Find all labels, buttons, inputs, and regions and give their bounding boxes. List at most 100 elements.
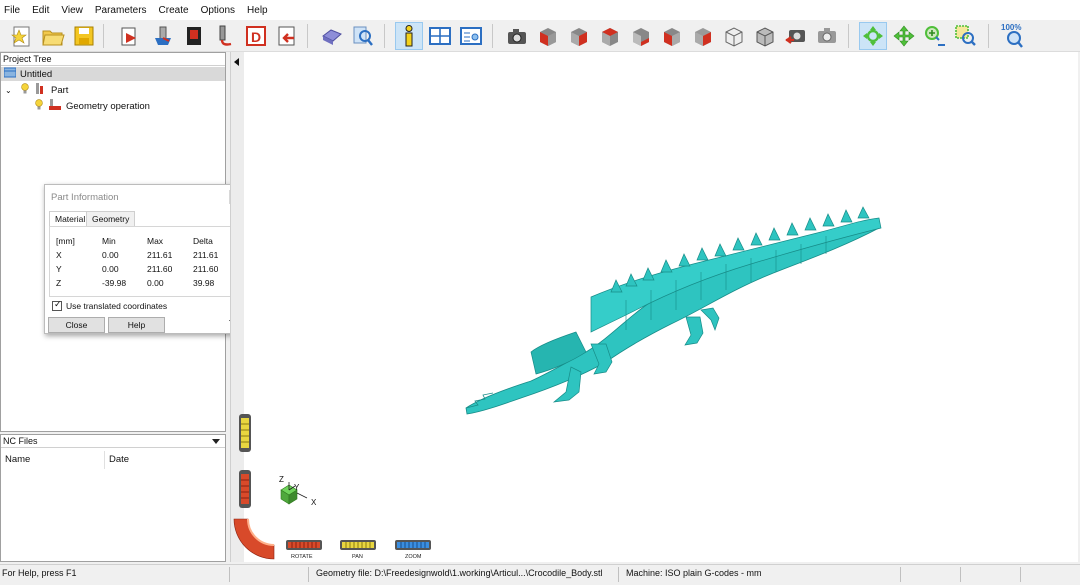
yellow-slider[interactable] [239, 414, 251, 452]
menu-bar: File Edit View Parameters Create Options… [0, 0, 1080, 20]
menu-create[interactable]: Create [159, 5, 189, 16]
nc-files-panel: NC Files Name Date [0, 434, 226, 562]
status-machine: Machine: ISO plain G-codes - mm [626, 568, 762, 578]
view-box-icon[interactable] [751, 22, 779, 50]
save-icon[interactable] [70, 22, 98, 50]
3d-viewport[interactable]: Z Y X ROTATE PAN ZOOM [230, 52, 1078, 562]
table-header-max: Max [147, 236, 164, 246]
collapse-chevron-icon[interactable]: ⌄ [5, 86, 15, 95]
view-iso-icon[interactable] [720, 22, 748, 50]
info-icon[interactable] [395, 22, 423, 50]
row-y-axis: Y [56, 264, 62, 274]
menu-options[interactable]: Options [201, 5, 235, 16]
row-x-axis: X [56, 250, 62, 260]
tree-item-label: Untitled [20, 68, 53, 80]
nc-files-title: NC Files [1, 435, 225, 448]
pan-icon[interactable] [890, 22, 918, 50]
open-folder-icon[interactable] [39, 22, 67, 50]
rotate-dial[interactable] [233, 518, 275, 560]
pan-control[interactable]: PAN [340, 540, 376, 560]
column-header-date[interactable]: Date [105, 451, 225, 469]
view-top-icon[interactable] [658, 22, 686, 50]
geometry-operation-icon [49, 98, 61, 114]
new-file-icon[interactable] [8, 22, 36, 50]
row-y-max: 211.60 [147, 264, 173, 274]
axis-x-label: X [311, 498, 317, 507]
crocodile-model[interactable] [465, 206, 882, 415]
row-z-delta: 39.98 [193, 278, 215, 288]
row-x-min: 0.00 [102, 250, 119, 260]
tree-item-untitled[interactable]: Untitled [1, 67, 225, 81]
table-header-min: Min [102, 236, 116, 246]
axis-z-label: Z [279, 475, 284, 484]
tree-item-part[interactable]: ⌄ Part [5, 82, 68, 97]
row-z-axis: Z [56, 278, 62, 288]
view-front-icon[interactable] [534, 22, 562, 50]
camera-gray-icon[interactable] [813, 22, 841, 50]
row-z-min: -39.98 [102, 278, 127, 288]
tool-icon[interactable] [211, 22, 239, 50]
import-part-icon[interactable] [116, 22, 144, 50]
zoom-control[interactable]: ZOOM [395, 540, 431, 560]
simulate-icon[interactable] [318, 22, 346, 50]
row-y-min: 0.00 [102, 264, 119, 274]
menu-file[interactable]: File [4, 5, 20, 16]
view-left-icon[interactable] [596, 22, 624, 50]
translated-coordinates-label: Use translated coordinates [66, 301, 168, 311]
list-view-icon[interactable] [457, 22, 485, 50]
project-tree-title: Project Tree [1, 53, 225, 66]
status-help-text: For Help, press F1 [2, 568, 77, 578]
tab-material[interactable]: Material [49, 211, 92, 227]
fixture-icon[interactable] [180, 22, 208, 50]
zoom-level-text: 100% [1001, 23, 1021, 32]
snapshot-camera-icon[interactable] [503, 22, 531, 50]
inspect-icon[interactable] [349, 22, 377, 50]
tree-item-geometry-operation[interactable]: Geometry operation [35, 98, 150, 114]
part-information-dialog: Part Information Material Geometry [mm] … [44, 184, 246, 334]
rotate-icon[interactable] [859, 22, 887, 50]
project-icon [3, 67, 17, 81]
status-bar: For Help, press F1 Geometry file: D:\Fre… [0, 564, 1080, 583]
camera-red-icon[interactable] [782, 22, 810, 50]
column-header-name[interactable]: Name [1, 451, 105, 469]
view-right-icon[interactable] [627, 22, 655, 50]
export-icon[interactable] [273, 22, 301, 50]
dimensions-table: [mm] Min Max Delta X 0.00 211.61 211.61 … [49, 226, 243, 297]
lightbulb-icon[interactable] [35, 99, 43, 113]
row-x-delta: 211.61 [193, 250, 219, 260]
axis-y-label: Y [294, 483, 300, 492]
red-slider[interactable] [239, 470, 251, 508]
help-button[interactable]: Help [108, 317, 165, 333]
table-header-delta: Delta [193, 236, 213, 246]
tab-geometry[interactable]: Geometry [86, 211, 136, 227]
dialog-title: Part Information [51, 192, 119, 203]
view-bottom-icon[interactable] [689, 22, 717, 50]
rotate-label: ROTATE [291, 554, 313, 560]
zoom-fit-icon[interactable]: 100% [1000, 22, 1030, 50]
row-z-max: 0.00 [147, 278, 164, 288]
zoom-window-icon[interactable] [952, 22, 980, 50]
translated-coordinates-checkbox[interactable] [52, 299, 62, 311]
row-x-max: 211.61 [147, 250, 173, 260]
rotate-control[interactable]: ROTATE [286, 540, 322, 560]
close-button[interactable]: Close [48, 317, 105, 333]
view-back-icon[interactable] [565, 22, 593, 50]
zoom-in-icon[interactable] [921, 22, 949, 50]
menu-parameters[interactable]: Parameters [95, 5, 147, 16]
table-header-unit: [mm] [56, 236, 75, 246]
tree-item-label: Geometry operation [66, 100, 150, 112]
main-toolbar: D 100% [0, 20, 1080, 52]
pan-label: PAN [352, 554, 363, 560]
stock-icon[interactable] [149, 22, 177, 50]
menu-help[interactable]: Help [247, 5, 268, 16]
menu-edit[interactable]: Edit [32, 5, 49, 16]
menu-view[interactable]: View [61, 5, 83, 16]
row-y-delta: 211.60 [193, 264, 219, 274]
nc-files-dropdown-icon[interactable] [212, 439, 220, 444]
layout-grid-icon[interactable] [426, 22, 454, 50]
design-icon[interactable]: D [242, 22, 270, 50]
lightbulb-icon[interactable] [21, 83, 29, 97]
svg-text:D: D [251, 29, 261, 45]
viewport-canvas: Z Y X ROTATE PAN ZOOM [233, 206, 882, 560]
zoom-label: ZOOM [405, 554, 422, 560]
